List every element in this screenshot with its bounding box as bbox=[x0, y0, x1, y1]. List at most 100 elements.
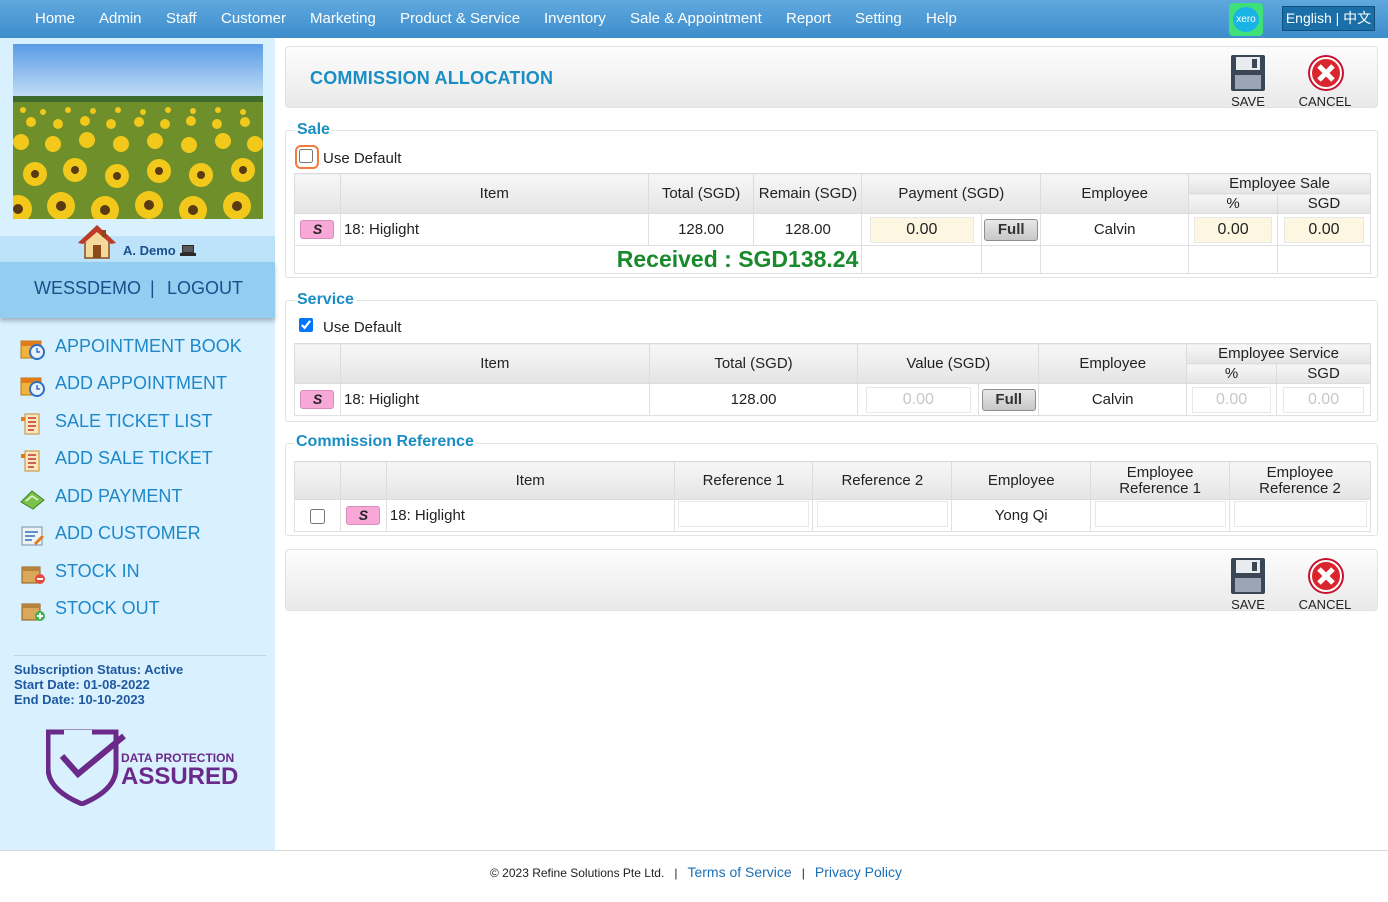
lang-chinese[interactable]: 中文 bbox=[1343, 10, 1371, 26]
lang-separator: | bbox=[1335, 10, 1340, 26]
service-section-title: Service bbox=[295, 291, 356, 309]
sale-use-default-checkbox[interactable] bbox=[299, 149, 313, 163]
service-use-default-checkbox[interactable] bbox=[299, 318, 313, 332]
sale-payment-input[interactable]: 0.00 bbox=[869, 216, 975, 243]
sale-employee: Calvin bbox=[1040, 213, 1190, 246]
lang-english[interactable]: English bbox=[1286, 10, 1332, 26]
service-col-employee: Employee bbox=[1038, 343, 1188, 384]
save-icon bbox=[1231, 55, 1265, 91]
ref-col-ref2: Reference 2 bbox=[812, 461, 953, 500]
service-col-item: Item bbox=[339, 343, 650, 384]
home-icon[interactable] bbox=[77, 224, 117, 260]
nav-marketing[interactable]: Marketing bbox=[310, 10, 376, 27]
menu-appointment-book[interactable]: APPOINTMENT BOOK bbox=[20, 336, 270, 362]
ref-row-checkbox[interactable] bbox=[309, 508, 325, 524]
service-table: Item Total (SGD) Value (SGD) Employee Em… bbox=[294, 343, 1371, 416]
reference-table: Item Reference 1 Reference 2 Employee Em… bbox=[294, 461, 1371, 532]
save-button-bottom[interactable]: SAVE bbox=[1218, 555, 1278, 613]
save-button-top[interactable]: SAVE bbox=[1218, 52, 1278, 110]
dpa-bottom-text: ASSURED bbox=[121, 763, 239, 790]
stock-out-icon bbox=[21, 603, 45, 621]
nav-inventory[interactable]: Inventory bbox=[544, 10, 606, 27]
sale-col-employee-sale: Employee Sale bbox=[1188, 173, 1371, 194]
service-pct-input[interactable]: 0.00 bbox=[1192, 386, 1271, 413]
nav-setting[interactable]: Setting bbox=[855, 10, 902, 27]
sale-full-button[interactable]: Full bbox=[984, 218, 1039, 241]
xero-logo-icon: xero bbox=[1233, 7, 1259, 32]
cancel-button-top[interactable]: CANCEL bbox=[1295, 52, 1355, 110]
menu-sale-ticket-list[interactable]: SALE TICKET LIST bbox=[20, 411, 270, 437]
emp-ref1-input[interactable] bbox=[1094, 500, 1226, 527]
language-switch[interactable]: English | 中文 bbox=[1282, 6, 1375, 31]
stock-in-icon bbox=[21, 566, 45, 584]
menu-stock-out[interactable]: STOCK OUT bbox=[20, 598, 270, 624]
menu-label: ADD PAYMENT bbox=[55, 486, 183, 506]
ref1-input[interactable] bbox=[677, 500, 809, 527]
page-title: COMMISSION ALLOCATION bbox=[310, 68, 554, 88]
service-col-badge bbox=[294, 343, 341, 384]
nav-product-service[interactable]: Product & Service bbox=[400, 10, 520, 27]
ref-col-employee: Employee bbox=[951, 461, 1092, 500]
subscription-status: Subscription Status: Active bbox=[14, 662, 184, 677]
menu-label: ADD CUSTOMER bbox=[55, 523, 201, 543]
sunflower-photo bbox=[13, 44, 263, 219]
menu-label: STOCK OUT bbox=[55, 598, 160, 618]
cancel-button-bottom[interactable]: CANCEL bbox=[1295, 555, 1355, 613]
menu-stock-in[interactable]: STOCK IN bbox=[20, 561, 270, 587]
service-badge: S bbox=[300, 220, 335, 239]
save-label: SAVE bbox=[1231, 597, 1265, 612]
ref-employee: Yong Qi bbox=[951, 499, 1092, 532]
menu-add-appointment[interactable]: ADD APPOINTMENT bbox=[20, 373, 270, 399]
menu-label: SALE TICKET LIST bbox=[55, 411, 213, 431]
menu-label: STOCK IN bbox=[55, 561, 140, 581]
menu-add-sale-ticket[interactable]: ADD SALE TICKET bbox=[20, 448, 270, 474]
ref-item: 18: Higlight bbox=[385, 499, 675, 532]
service-badge: S bbox=[346, 506, 381, 525]
nav-sale-appointment[interactable]: Sale & Appointment bbox=[630, 10, 762, 27]
nav-customer[interactable]: Customer bbox=[221, 10, 286, 27]
nav-admin[interactable]: Admin bbox=[99, 10, 142, 27]
ref-col-emp-ref2-line1: Employee bbox=[1266, 463, 1334, 481]
service-value-input[interactable]: 0.00 bbox=[865, 386, 972, 413]
nav-help[interactable]: Help bbox=[926, 10, 957, 27]
ref2-input[interactable] bbox=[816, 500, 948, 527]
sale-table: Item Total (SGD) Remain (SGD) Payment (S… bbox=[293, 173, 1371, 274]
top-navigation-bar: Home Admin Staff Customer Marketing Prod… bbox=[0, 0, 1388, 38]
terms-of-service-link[interactable]: Terms of Service bbox=[687, 864, 791, 880]
service-col-pct: % bbox=[1186, 363, 1278, 384]
laptop-icon bbox=[180, 245, 196, 256]
service-sgd-input[interactable]: 0.00 bbox=[1282, 386, 1365, 413]
emp-ref2-input[interactable] bbox=[1233, 500, 1367, 527]
nav-report[interactable]: Report bbox=[786, 10, 831, 27]
cancel-label: CANCEL bbox=[1298, 94, 1352, 109]
table-row: S 18: Higlight Yong Qi bbox=[294, 499, 1371, 532]
sale-col-employee: Employee bbox=[1040, 173, 1190, 214]
sale-col-pct: % bbox=[1188, 193, 1279, 214]
service-badge: S bbox=[300, 390, 335, 409]
nav-staff[interactable]: Staff bbox=[166, 10, 197, 27]
user-name: A. Demo bbox=[123, 243, 176, 258]
sale-item: 18: Higlight bbox=[339, 213, 649, 246]
ref-col-item: Item bbox=[385, 461, 675, 500]
sale-col-item: Item bbox=[339, 173, 649, 214]
menu-label: APPOINTMENT BOOK bbox=[55, 336, 242, 356]
footer-divider bbox=[0, 850, 1388, 851]
sale-col-total: Total (SGD) bbox=[647, 173, 755, 214]
sale-sgd-input[interactable]: 0.00 bbox=[1283, 216, 1365, 243]
service-use-default-label: Use Default bbox=[323, 319, 402, 336]
service-full-button[interactable]: Full bbox=[981, 388, 1036, 411]
save-label: SAVE bbox=[1231, 94, 1265, 109]
sale-pct-input[interactable]: 0.00 bbox=[1194, 216, 1272, 243]
company-link[interactable]: WESSDEMO bbox=[34, 278, 141, 299]
menu-add-customer[interactable]: ADD CUSTOMER bbox=[20, 523, 270, 549]
sale-section-title: Sale bbox=[295, 121, 332, 139]
logout-link[interactable]: LOGOUT bbox=[167, 278, 243, 299]
service-col-value: Value (SGD) bbox=[857, 343, 1040, 384]
xero-button[interactable]: xero bbox=[1229, 3, 1263, 36]
menu-add-payment[interactable]: ADD PAYMENT bbox=[20, 486, 270, 512]
privacy-policy-link[interactable]: Privacy Policy bbox=[815, 864, 902, 880]
ticket-list-icon bbox=[21, 413, 40, 435]
subscription-start-date: Start Date: 01-08-2022 bbox=[14, 677, 150, 692]
sale-total: 128.00 bbox=[647, 213, 755, 246]
nav-home[interactable]: Home bbox=[35, 10, 75, 27]
